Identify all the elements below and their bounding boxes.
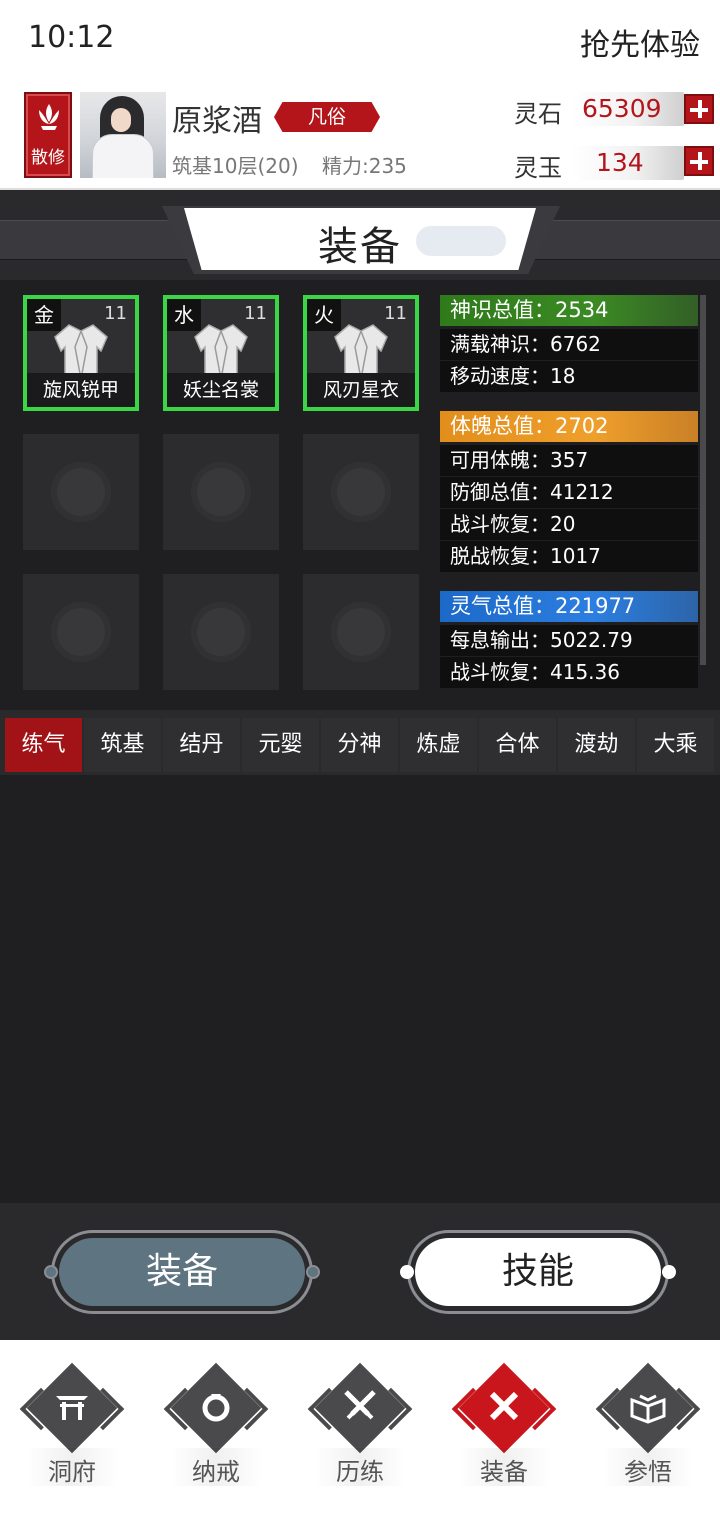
stats-scrollbar[interactable]: [700, 295, 706, 665]
robe-icon: [194, 324, 248, 380]
nav-label: 装备: [480, 1458, 528, 1486]
item-name: 妖尘名裳: [167, 373, 275, 407]
page-title: 装备: [318, 224, 402, 270]
tab-yuanying[interactable]: 元婴: [242, 718, 319, 772]
battle-recover: 战斗恢复：20: [440, 509, 698, 540]
nav-label: 参悟: [624, 1458, 672, 1486]
skill-button[interactable]: 技能: [415, 1238, 661, 1306]
equip-slot-3[interactable]: 火 11 风刃星衣: [303, 295, 419, 411]
output-per-breath: 每息输出：5022.79: [440, 625, 698, 656]
tab-zhuji[interactable]: 筑基: [84, 718, 161, 772]
empty-equip-slot[interactable]: [163, 574, 279, 690]
nav-zhuangbei[interactable]: 装备: [432, 1340, 576, 1520]
tab-content-area: [0, 775, 720, 1203]
player-name: 原浆酒: [172, 104, 262, 139]
empty-equip-slot[interactable]: [23, 434, 139, 550]
energy-value: 精力:235: [322, 154, 407, 178]
item-name: 旋风锐甲: [27, 373, 135, 407]
nav-canwu[interactable]: 参悟: [576, 1340, 720, 1520]
tab-jiedan[interactable]: 结丹: [163, 718, 240, 772]
crossed-blades-icon: [489, 1391, 519, 1421]
item-name: 风刃星衣: [307, 373, 415, 407]
sect-emblem-icon: [331, 462, 391, 522]
qi-total: 灵气总值：221977: [440, 591, 698, 622]
gate-icon: [56, 1396, 88, 1420]
full-soul: 满载神识：6762: [440, 329, 698, 360]
nav-najie[interactable]: 纳戒: [144, 1340, 288, 1520]
nav-label: 纳戒: [192, 1458, 240, 1486]
sect-emblem-icon: [191, 602, 251, 662]
spirit-stone-value: 65309: [572, 92, 684, 126]
crossed-swords-icon: [344, 1390, 376, 1420]
move-speed: 移动速度：18: [440, 361, 698, 392]
usable-body: 可用体魄：357: [440, 445, 698, 476]
status-time: 10:12: [28, 20, 115, 55]
tab-lianqi[interactable]: 练气: [5, 718, 82, 772]
status-bar: 10:12 抢先体验: [0, 0, 720, 80]
equip-button[interactable]: 装备: [59, 1238, 305, 1306]
cultivation-realm: 筑基10层(20): [172, 154, 299, 178]
nav-dongfu[interactable]: 洞府: [0, 1340, 144, 1520]
defense-total: 防御总值：41212: [440, 477, 698, 508]
add-spirit-jade-button[interactable]: [684, 146, 714, 176]
tab-lianxu[interactable]: 炼虚: [400, 718, 477, 772]
stats-panel: 神识总值：2534 满载神识：6762 移动速度：18 体魄总值：2702 可用…: [440, 295, 706, 689]
sect-emblem-icon: [51, 602, 111, 662]
tab-dacheng[interactable]: 大乘: [637, 718, 714, 772]
spirit-jade-value: 134: [572, 146, 684, 180]
add-spirit-stone-button[interactable]: [684, 94, 714, 124]
sect-emblem-icon: [51, 462, 111, 522]
early-access-link[interactable]: 抢先体验: [580, 20, 700, 64]
sect-emblem-icon: [191, 462, 251, 522]
nav-label: 洞府: [48, 1458, 96, 1486]
title-band: 装备: [0, 190, 720, 280]
equip-slot-2[interactable]: 水 11 妖尘名裳: [163, 295, 279, 411]
player-header: 散修 原浆酒 凡俗 筑基10层(20) 精力:235 灵石 65309 灵玉 1…: [0, 80, 720, 190]
sect-name: 散修: [31, 148, 65, 168]
avatar[interactable]: [80, 92, 166, 178]
empty-equip-slot[interactable]: [303, 574, 419, 690]
nav-lilian[interactable]: 历练: [288, 1340, 432, 1520]
nav-label: 历练: [336, 1458, 384, 1486]
bottom-nav: 洞府 纳戒 历练 装备 参悟: [0, 1340, 720, 1520]
lotus-icon: [39, 104, 59, 130]
ring-icon: [202, 1394, 230, 1422]
empty-equip-slot[interactable]: [303, 434, 419, 550]
qi-battle-recover: 战斗恢复：415.36: [440, 657, 698, 688]
tab-heti[interactable]: 合体: [479, 718, 556, 772]
spirit-stone-label: 灵石: [514, 100, 562, 128]
tab-dujie[interactable]: 渡劫: [558, 718, 635, 772]
tab-fenshen[interactable]: 分神: [321, 718, 398, 772]
robe-icon: [334, 324, 388, 380]
rest-recover: 脱战恢复：1017: [440, 541, 698, 572]
body-total: 体魄总值：2702: [440, 411, 698, 442]
robe-icon: [54, 324, 108, 380]
rank-tag: 凡俗: [274, 102, 380, 132]
spirit-jade-label: 灵玉: [514, 154, 562, 182]
empty-equip-slot[interactable]: [23, 574, 139, 690]
equip-slot-1[interactable]: 金 11 旋风锐甲: [23, 295, 139, 411]
sect-emblem-icon: [331, 602, 391, 662]
sect-badge[interactable]: 散修: [24, 92, 72, 178]
soul-total: 神识总值：2534: [440, 295, 698, 326]
empty-equip-slot[interactable]: [163, 434, 279, 550]
open-book-icon: [630, 1394, 666, 1424]
